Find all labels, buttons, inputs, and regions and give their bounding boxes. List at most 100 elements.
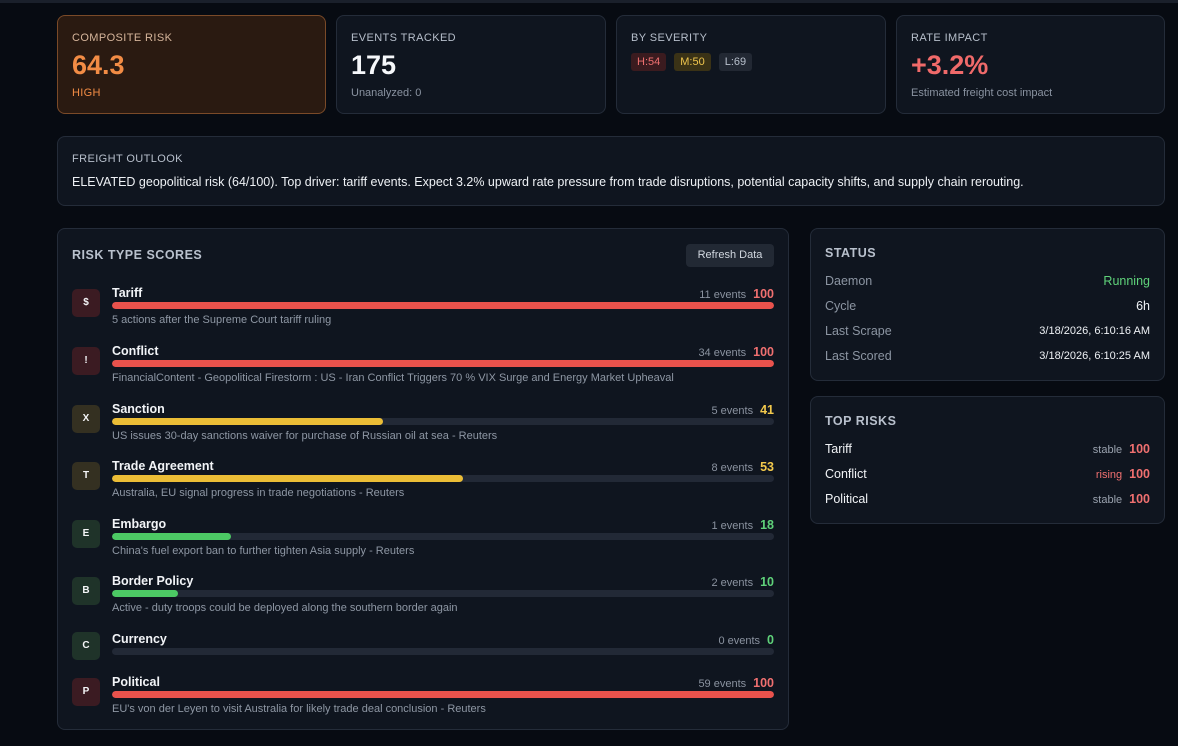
risk-score: 0	[767, 633, 774, 647]
risk-description: FinancialContent - Geopolitical Firestor…	[112, 372, 674, 384]
risk-bar-fill	[112, 302, 774, 309]
status-panel: STATUS Daemon Running Cycle 6h Last Scra…	[810, 228, 1165, 381]
risk-name: Tariff	[112, 286, 143, 300]
risk-bar-fill	[112, 533, 232, 540]
risk-name: Sanction	[112, 402, 165, 416]
risk-score: 41	[760, 403, 774, 417]
risk-row-embargo: E Embargo 1 events 18 China's fuel expor…	[72, 517, 774, 568]
risk-description: China's fuel export ban to further tight…	[112, 545, 415, 557]
risk-bar-fill	[112, 475, 463, 482]
risk-name: Border Policy	[112, 574, 194, 588]
top-risk-trend: stable	[1092, 444, 1123, 456]
events-tracked-value: 175	[351, 50, 397, 80]
events-tracked-card: EVENTS TRACKED 175 Unanalyzed: 0	[336, 15, 606, 114]
risk-bar-track	[112, 418, 774, 425]
top-risk-name: Tariff	[825, 442, 852, 456]
top-risk-row: Conflict rising 100	[825, 467, 1150, 485]
risk-bar-fill	[112, 590, 179, 597]
risk-row-tariff: $ Tariff 11 events 100 5 actions after t…	[72, 286, 774, 337]
refresh-data-button[interactable]: Refresh Data	[686, 244, 774, 267]
trade-icon: T	[72, 462, 100, 490]
freight-outlook-card: FREIGHT OUTLOOK ELEVATED geopolitical ri…	[57, 136, 1165, 206]
currency-icon: C	[72, 632, 100, 660]
alert-icon: !	[72, 347, 100, 375]
composite-risk-value: 64.3	[72, 50, 125, 80]
top-risk-score: 100	[1129, 467, 1150, 481]
top-risk-row: Tariff stable 100	[825, 442, 1150, 460]
risk-name: Political	[112, 675, 160, 689]
risk-event-count: 8 events	[711, 462, 754, 474]
by-severity-label: BY SEVERITY	[631, 32, 708, 44]
top-risk-score: 100	[1129, 442, 1150, 456]
risk-score: 53	[760, 460, 774, 474]
status-key: Last Scored	[825, 349, 892, 363]
risk-bar-fill	[112, 418, 384, 425]
risk-bar-track	[112, 475, 774, 482]
last-scored-value: 3/18/2026, 6:10:25 AM	[1039, 350, 1150, 362]
risk-type-scores-panel: RISK TYPE SCORES Refresh Data $ Tariff 1…	[57, 228, 789, 730]
rate-impact-label: RATE IMPACT	[911, 32, 988, 44]
dollar-icon: $	[72, 289, 100, 317]
border-icon: B	[72, 577, 100, 605]
rate-impact-sub: Estimated freight cost impact	[911, 87, 1053, 99]
events-tracked-label: EVENTS TRACKED	[351, 32, 457, 44]
top-risks-panel: TOP RISKS Tariff stable 100 Conflict ris…	[810, 396, 1165, 524]
status-row-last-scored: Last Scored 3/18/2026, 6:10:25 AM	[825, 349, 1150, 367]
risk-name: Conflict	[112, 344, 159, 358]
top-risk-trend: rising	[1095, 469, 1123, 481]
political-icon: P	[72, 678, 100, 706]
status-key: Last Scrape	[825, 324, 892, 338]
risk-score: 100	[753, 345, 774, 359]
risk-score: 10	[760, 575, 774, 589]
cycle-value: 6h	[1136, 299, 1150, 313]
top-risk-name: Conflict	[825, 467, 867, 481]
daemon-status-value: Running	[1103, 274, 1150, 288]
risk-event-count: 34 events	[698, 347, 747, 359]
risk-score: 18	[760, 518, 774, 532]
composite-risk-level: HIGH	[72, 87, 101, 99]
rate-impact-card: RATE IMPACT +3.2% Estimated freight cost…	[896, 15, 1165, 114]
risk-event-count: 11 events	[699, 289, 747, 301]
unanalyzed-count: Unanalyzed: 0	[351, 87, 422, 99]
risk-row-conflict: ! Conflict 34 events 100 FinancialConten…	[72, 344, 774, 395]
severity-high-badge: H:54	[631, 53, 667, 71]
risk-bar-fill	[112, 691, 774, 698]
risk-bar-track	[112, 360, 774, 367]
embargo-icon: E	[72, 520, 100, 548]
risk-event-count: 59 events	[698, 678, 747, 690]
risk-row-political: P Political 59 events 100 EU's von der L…	[72, 675, 774, 726]
status-row-daemon: Daemon Running	[825, 274, 1150, 292]
severity-badges: H:54 M:50 L:69	[631, 53, 753, 71]
risk-row-sanction: X Sanction 5 events 41 US issues 30-day …	[72, 402, 774, 453]
top-risk-name: Political	[825, 492, 869, 506]
risk-name: Trade Agreement	[112, 459, 214, 473]
risk-bar-fill	[112, 360, 774, 367]
risk-bar-track	[112, 533, 774, 540]
risk-description: 5 actions after the Supreme Court tariff…	[112, 314, 332, 326]
risk-event-count: 1 events	[711, 520, 754, 532]
risk-row-border-policy: B Border Policy 2 events 10 Active - dut…	[72, 574, 774, 625]
severity-low-badge: L:69	[718, 53, 753, 71]
composite-risk-label: COMPOSITE RISK	[72, 32, 173, 44]
risk-description: Australia, EU signal progress in trade n…	[112, 487, 405, 499]
risk-bar-track	[112, 648, 774, 655]
top-risks-title: TOP RISKS	[825, 414, 897, 428]
risk-score: 100	[753, 676, 774, 690]
freight-outlook-label: FREIGHT OUTLOOK	[72, 153, 183, 165]
risk-bar-track	[112, 302, 774, 309]
by-severity-card: BY SEVERITY H:54 M:50 L:69	[616, 15, 886, 114]
top-risk-row: Political stable 100	[825, 492, 1150, 510]
rate-impact-value: +3.2%	[911, 50, 989, 80]
risk-event-count: 2 events	[711, 577, 754, 589]
status-key: Cycle	[825, 299, 857, 313]
risk-name: Embargo	[112, 517, 167, 531]
composite-risk-card: COMPOSITE RISK 64.3 HIGH	[57, 15, 326, 114]
freight-outlook-text: ELEVATED geopolitical risk (64/100). Top…	[72, 175, 1024, 189]
risk-type-scores-title: RISK TYPE SCORES	[72, 248, 203, 262]
top-risk-score: 100	[1129, 492, 1150, 506]
cross-icon: X	[72, 405, 100, 433]
top-divider	[0, 0, 1178, 3]
top-risk-trend: stable	[1092, 494, 1123, 506]
risk-bar-track	[112, 691, 774, 698]
risk-description: US issues 30-day sanctions waiver for pu…	[112, 430, 498, 442]
